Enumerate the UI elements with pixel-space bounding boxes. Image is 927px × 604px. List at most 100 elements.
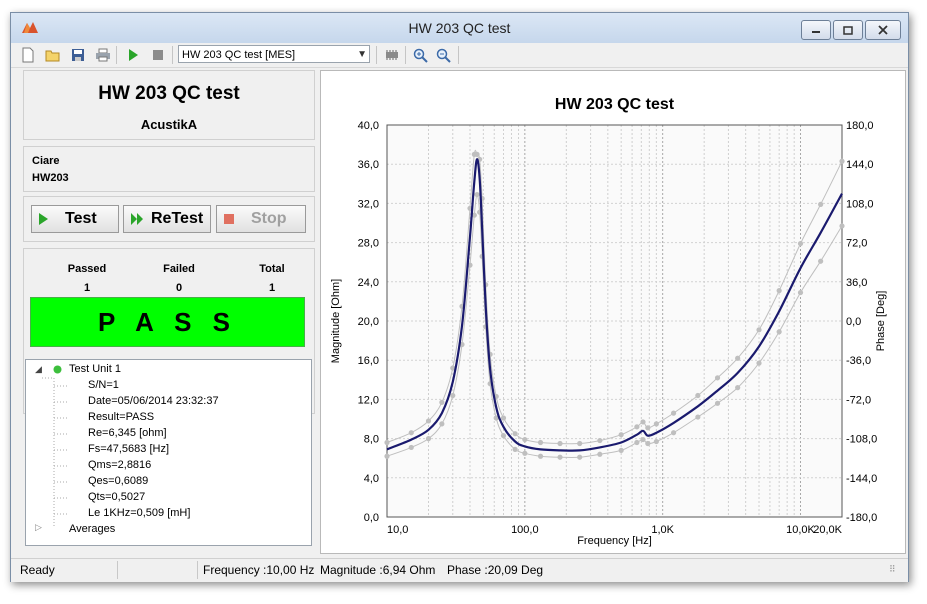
tree-item[interactable]: Re=6,345 [ohm] <box>88 427 167 439</box>
status-magnitude: Magnitude :6,94 Ohm <box>320 563 436 577</box>
profile-select-value: HW 203 QC test [MES] <box>182 49 296 61</box>
zoom-out-button[interactable] <box>434 46 452 64</box>
resize-grip-icon[interactable]: ⠿ <box>889 564 896 575</box>
upper-limit-point <box>557 440 563 447</box>
play-icon <box>129 49 138 61</box>
open-folder-button[interactable] <box>44 46 62 64</box>
lower-limit-point <box>618 447 624 453</box>
y2-tick-label: 72,0 <box>846 238 867 250</box>
close-button[interactable] <box>865 20 901 40</box>
x-tick-label: 10,0K <box>786 524 815 536</box>
test-button-label: Test <box>65 210 97 227</box>
lower-limit-point <box>797 289 804 296</box>
info-panel: Ciare HW203 <box>23 146 315 192</box>
print-button[interactable] <box>94 46 112 64</box>
lower-limit-point <box>522 450 528 456</box>
lower-limit-point <box>450 392 456 399</box>
info-line-2: HW203 <box>32 172 69 184</box>
y-tick-label: 40,0 <box>358 120 379 132</box>
upper-limit-point <box>695 392 701 399</box>
tree-averages[interactable]: Averages <box>69 523 115 535</box>
status-ready: Ready <box>20 563 55 577</box>
play-icon <box>39 213 48 225</box>
y2-axis-label: Phase [Deg] <box>875 291 887 352</box>
new-file-button[interactable] <box>19 46 37 64</box>
printer-icon <box>96 48 110 62</box>
lower-limit-point <box>695 414 701 420</box>
y-tick-label: 0,0 <box>364 512 379 524</box>
upper-limit-point <box>408 430 414 436</box>
maximize-button[interactable] <box>833 20 863 40</box>
upper-limit-point <box>645 425 651 431</box>
status-frequency: Frequency :10,00 Hz <box>203 563 315 577</box>
x-tick-label: 1,0K <box>651 524 674 536</box>
toolbar-separator <box>376 46 377 64</box>
upper-limit-point <box>839 158 845 164</box>
hardware-button[interactable] <box>383 46 401 64</box>
tree-item[interactable]: S/N=1 <box>88 379 119 391</box>
status-separator <box>117 561 118 579</box>
upper-limit-point <box>577 440 583 447</box>
tree-item[interactable]: Qts=0,5027 <box>88 491 145 503</box>
expand-arrow-icon[interactable]: ◢ <box>35 364 42 375</box>
upper-limit-point <box>522 436 528 443</box>
minimize-button[interactable] <box>801 20 831 40</box>
stop-button[interactable]: Stop <box>216 205 306 233</box>
folder-open-icon <box>45 50 60 62</box>
chip-icon <box>386 50 398 60</box>
y2-tick-label: 144,0 <box>846 159 874 171</box>
upper-limit-point <box>512 431 518 437</box>
results-tree[interactable]: ◢ Test Unit 1 S/N=1 Date=05/06/2014 23:32… <box>25 359 312 546</box>
upper-limit-point <box>640 419 646 425</box>
zoom-in-button[interactable] <box>411 46 429 64</box>
upper-limit-point <box>474 151 480 157</box>
toolbar-separator <box>116 46 117 64</box>
tree-item[interactable]: Result=PASS <box>88 411 154 423</box>
y-tick-label: 20,0 <box>358 316 379 328</box>
stop-toolbar-button[interactable] <box>149 46 167 64</box>
y-tick-label: 12,0 <box>358 394 379 406</box>
lower-limit-point <box>439 421 445 427</box>
app-window: HW 203 QC test HW 203 QC test [MES] ▼ HW… <box>10 12 909 582</box>
chevron-down-icon: ▼ <box>357 49 367 60</box>
y2-tick-label: -108,0 <box>846 434 877 446</box>
lower-limit-point <box>384 453 390 459</box>
status-separator <box>197 561 198 579</box>
y-tick-label: 24,0 <box>358 277 379 289</box>
maximize-icon <box>843 25 853 35</box>
tree-item[interactable]: Le 1KHz=0,509 [mH] <box>88 507 190 519</box>
test-button[interactable]: Test <box>31 205 119 233</box>
x-tick-label: 100,0 <box>511 524 539 536</box>
y-tick-label: 36,0 <box>358 159 379 171</box>
chart-title: HW 203 QC test <box>555 96 675 113</box>
run-button[interactable] <box>124 46 142 64</box>
tree-item[interactable]: Qes=0,6089 <box>88 475 148 487</box>
tree-root[interactable]: Test Unit 1 <box>69 363 121 375</box>
tree-item[interactable]: Qms=2,8816 <box>88 459 151 471</box>
profile-select[interactable]: HW 203 QC test [MES] ▼ <box>178 45 370 63</box>
lower-limit-point <box>474 191 480 198</box>
y-tick-label: 28,0 <box>358 238 379 250</box>
lower-limit-point <box>557 454 563 460</box>
retest-button[interactable]: ReTest <box>123 205 211 233</box>
upper-limit-point <box>425 418 432 424</box>
upper-limit-point <box>735 355 741 361</box>
upper-limit-point <box>634 424 640 430</box>
y2-tick-label: -144,0 <box>846 473 877 485</box>
new-file-icon <box>22 47 34 63</box>
collapse-arrow-icon[interactable]: ▷ <box>35 522 42 533</box>
lower-limit-point <box>500 433 507 439</box>
lower-limit-point <box>756 360 762 366</box>
passed-count: 1 <box>83 282 91 294</box>
save-button[interactable] <box>69 46 87 64</box>
tree-item[interactable]: Date=05/06/2014 23:32:37 <box>88 395 219 407</box>
failed-label: Failed <box>163 263 195 275</box>
save-icon <box>72 49 84 61</box>
title-bar: HW 203 QC test <box>11 13 908 43</box>
minimize-icon <box>812 31 820 33</box>
lower-limit-point <box>670 430 677 436</box>
upper-limit-point <box>618 432 624 438</box>
x-tick-label: 20,0K <box>813 524 842 536</box>
lower-limit-point <box>653 438 659 445</box>
tree-item[interactable]: Fs=47,5683 [Hz] <box>88 443 169 455</box>
